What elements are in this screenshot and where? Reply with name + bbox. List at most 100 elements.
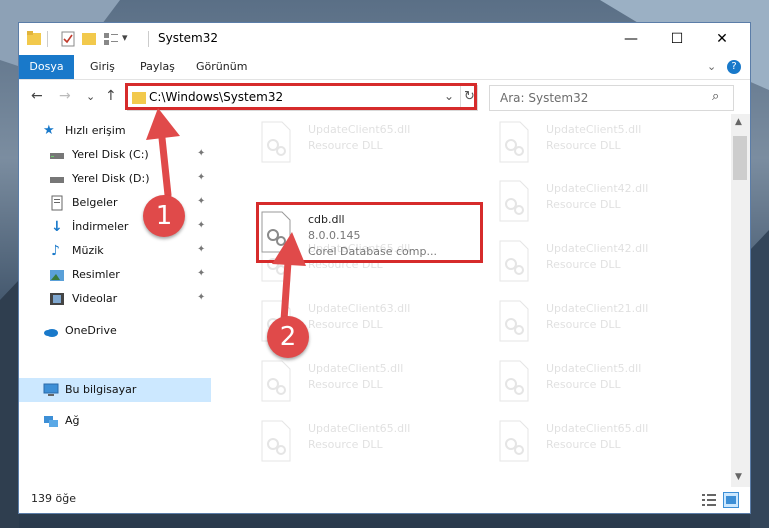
sidebar-item-disk-c[interactable]: Yerel Disk (C:) ✦ (19, 144, 211, 166)
minimize-button[interactable]: — (613, 27, 649, 51)
file-name: UpdateClient5.dll (546, 123, 642, 136)
tab-view[interactable]: Görünüm (196, 55, 247, 79)
pin-icon: ✦ (197, 244, 206, 255)
file-description: Resource DLL (308, 318, 383, 331)
ribbon-tabs: Dosya Giriş Paylaş Görünüm ⌄ ? (19, 55, 750, 80)
close-button[interactable]: ✕ (704, 27, 740, 51)
file-description: Resource DLL (308, 378, 383, 391)
toolbar-divider (47, 31, 48, 47)
forward-button[interactable]: → (59, 88, 71, 104)
drive-icon (50, 177, 64, 183)
pin-icon: ✦ (197, 196, 206, 207)
tab-file[interactable]: Dosya (19, 55, 74, 79)
expand-ribbon-icon[interactable]: ⌄ (707, 55, 716, 79)
large-icons-view-icon[interactable] (723, 492, 739, 508)
file-name: UpdateClient42.dll (546, 242, 649, 255)
videos-icon (50, 293, 64, 305)
dll-file-icon (261, 121, 291, 163)
network-icon (44, 416, 58, 427)
file-item[interactable]: UpdateClient65.dll Resource DLL (498, 414, 728, 472)
file-list: UpdateClient65.dll Resource DLL UpdateClie… (219, 114, 731, 487)
tab-home[interactable]: Giriş (90, 55, 115, 79)
file-description: Resource DLL (546, 198, 621, 211)
address-highlight (125, 83, 477, 110)
documents-icon (51, 195, 63, 211)
details-view-icon[interactable] (701, 493, 717, 507)
scroll-up-icon[interactable]: ▲ (735, 117, 742, 127)
dll-file-icon (499, 240, 529, 282)
toolbar-divider (148, 31, 149, 47)
sidebar-item-disk-d[interactable]: Yerel Disk (D:) ✦ (19, 168, 211, 190)
sidebar-item-onedrive[interactable]: OneDrive (19, 320, 211, 342)
file-name: UpdateClient65.dll (308, 123, 411, 136)
file-description: Resource DLL (546, 438, 621, 451)
maximize-button[interactable]: ☐ (659, 27, 695, 51)
sidebar-item-network[interactable]: Ağ (19, 410, 211, 432)
search-input[interactable]: Ara: System32 (500, 91, 588, 105)
dll-file-icon (499, 360, 529, 402)
navigation-pane: ★ Hızlı erişim Yerel Disk (C:) ✦ Yerel D… (19, 114, 211, 487)
title-bar: ▾ System32 — ☐ ✕ (19, 23, 750, 55)
file-item[interactable]: UpdateClient21.dll Resource DLL (498, 294, 728, 352)
sidebar-item-label: Videolar (72, 292, 118, 305)
vertical-scrollbar[interactable]: ▲ ▼ (731, 114, 750, 487)
file-item[interactable]: UpdateClient42.dll Resource DLL (498, 174, 728, 232)
file-description: Resource DLL (546, 378, 621, 391)
tab-share[interactable]: Paylaş (140, 55, 175, 79)
dll-file-icon (499, 121, 529, 163)
dll-file-icon (499, 420, 529, 462)
item-count: 139 öğe (31, 492, 76, 505)
music-icon: ♪ (51, 243, 60, 259)
search-box[interactable]: Ara: System32 ⌕ (489, 85, 734, 111)
sidebar-item-label: Yerel Disk (C:) (72, 148, 149, 161)
computer-icon (43, 383, 59, 396)
file-item[interactable]: UpdateClient42.dll Resource DLL (498, 234, 728, 292)
sidebar-item-label: Belgeler (72, 196, 118, 209)
dll-file-icon (261, 360, 291, 402)
new-folder-icon[interactable] (82, 31, 96, 47)
file-name: UpdateClient5.dll (546, 362, 642, 375)
file-description: Resource DLL (546, 318, 621, 331)
back-button[interactable]: ← (31, 88, 43, 104)
dll-file-icon (261, 420, 291, 462)
file-item[interactable]: UpdateClient5.dll Resource DLL (260, 354, 490, 412)
file-item[interactable]: UpdateClient65.dll Resource DLL (260, 115, 490, 173)
sidebar-item-quick-access[interactable]: ★ Hızlı erişim (19, 120, 211, 142)
pin-icon: ✦ (197, 268, 206, 279)
pin-icon: ✦ (197, 172, 206, 183)
callout-badge-2: 2 (267, 316, 309, 358)
explorer-window: ▾ System32 — ☐ ✕ Dosya Giriş Paylaş Görü… (19, 23, 750, 513)
dll-file-icon (499, 180, 529, 222)
quick-access-dropdown[interactable]: ▾ (122, 31, 128, 47)
pictures-icon (50, 270, 64, 281)
scroll-down-icon[interactable]: ▼ (735, 472, 742, 482)
folder-icon (27, 31, 41, 45)
file-name: UpdateClient65.dll (308, 422, 411, 435)
customize-toolbar-icon[interactable] (103, 31, 119, 47)
file-item[interactable]: UpdateClient5.dll Resource DLL (498, 354, 728, 412)
file-description: Resource DLL (308, 438, 383, 451)
sidebar-item-this-pc[interactable]: Bu bilgisayar (19, 378, 211, 402)
pin-icon: ✦ (197, 148, 206, 159)
up-button[interactable]: ↑ (105, 88, 117, 104)
file-name: UpdateClient65.dll (546, 422, 649, 435)
sidebar-item-pictures[interactable]: Resimler ✦ (19, 264, 211, 286)
help-icon[interactable]: ? (727, 60, 741, 74)
sidebar-item-label: OneDrive (65, 324, 117, 337)
scroll-thumb[interactable] (733, 136, 747, 180)
sidebar-item-label: Bu bilgisayar (65, 383, 137, 396)
pin-icon: ✦ (197, 220, 206, 231)
navigation-bar: ← → ⌄ ↑ C:\Windows\System32 ⌄ ↻ Ara: Sys… (19, 80, 750, 114)
sidebar-item-label: İndirmeler (72, 220, 129, 233)
file-item[interactable]: UpdateClient65.dll Resource DLL (260, 414, 490, 472)
recent-locations-button[interactable]: ⌄ (86, 90, 95, 103)
callout-badge-1: 1 (143, 195, 185, 237)
sidebar-item-videos[interactable]: Videolar ✦ (19, 288, 211, 310)
file-item[interactable]: UpdateClient5.dll Resource DLL (498, 115, 728, 173)
sidebar-item-music[interactable]: ♪ Müzik ✦ (19, 240, 211, 262)
cloud-icon (44, 329, 58, 337)
file-description: Resource DLL (546, 139, 621, 152)
file-name: UpdateClient5.dll (308, 362, 404, 375)
file-name: UpdateClient63.dll (308, 302, 411, 315)
properties-icon[interactable] (61, 31, 75, 47)
